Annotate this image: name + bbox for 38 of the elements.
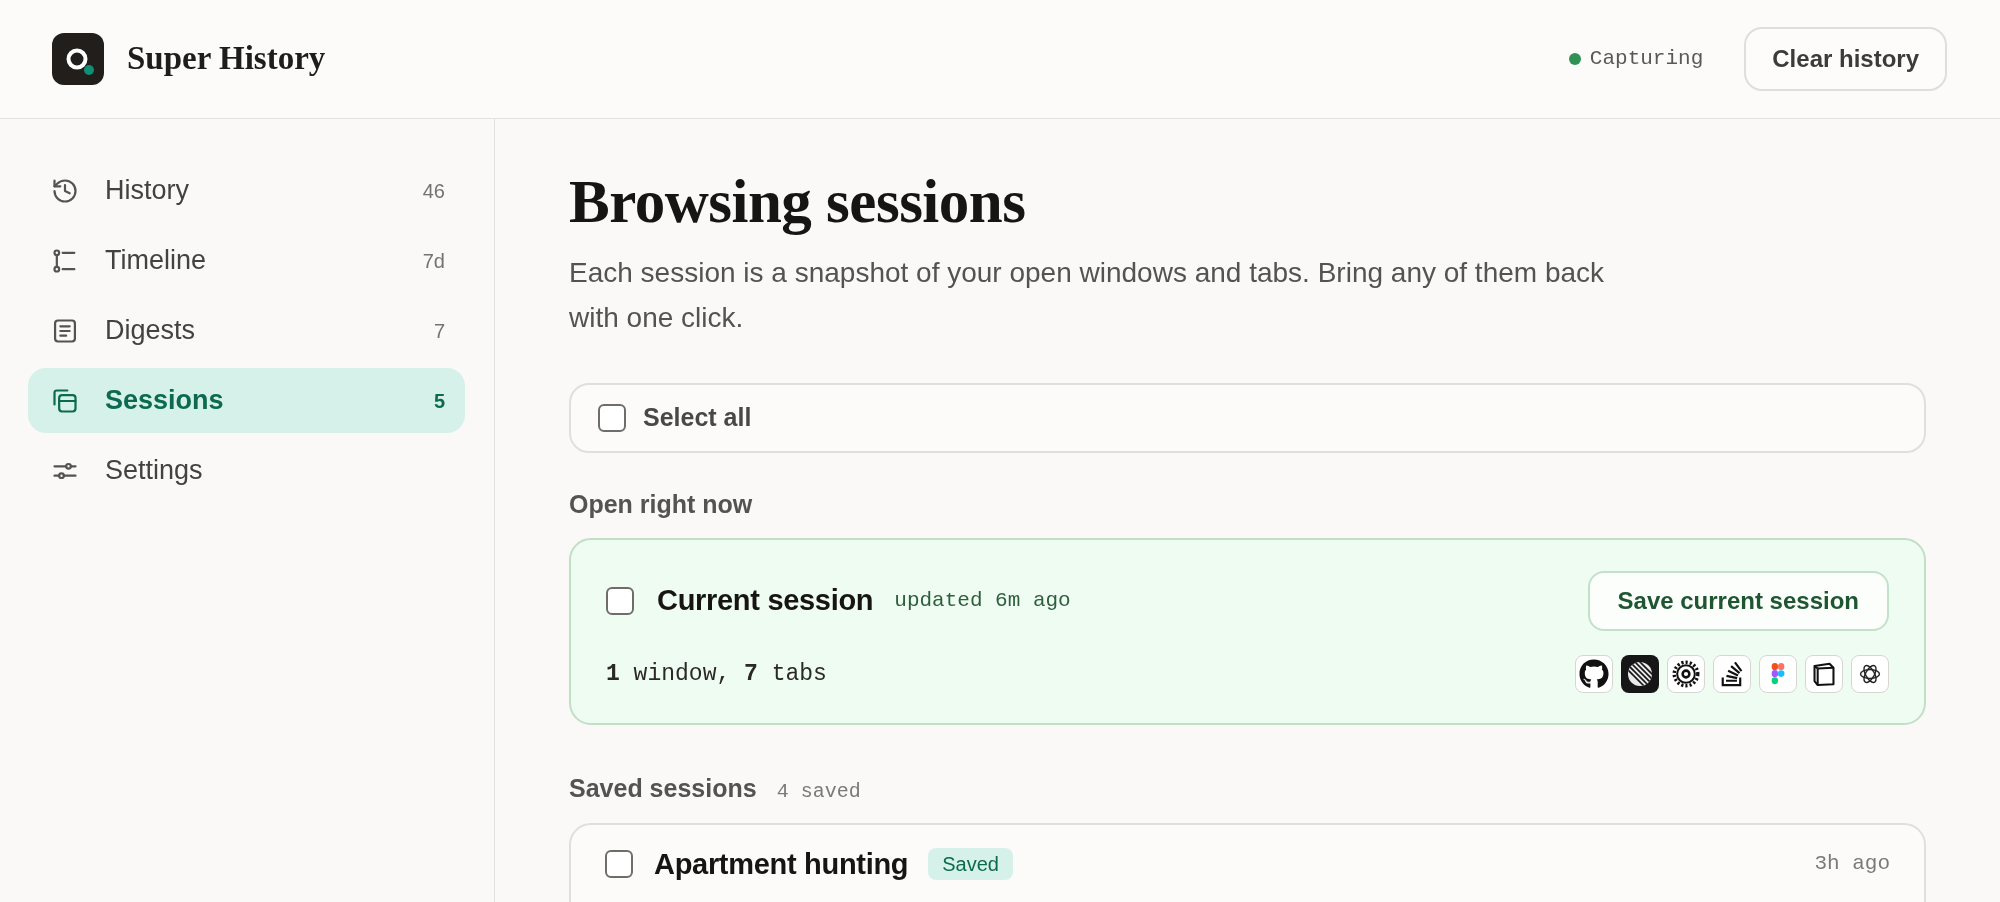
sidebar-item[interactable]: Settings <box>28 438 465 503</box>
status-label: Capturing <box>1589 46 1704 73</box>
item-count: 46 <box>422 178 445 204</box>
logo-icon <box>52 33 104 85</box>
saved-count: 4 saved <box>776 779 861 805</box>
stack-icon <box>1713 655 1751 693</box>
document-icon <box>51 316 79 345</box>
session-title: Current session <box>657 583 874 619</box>
checkbox[interactable] <box>606 587 634 615</box>
box-icon <box>1805 655 1843 693</box>
session-summary: 1 window, 7 tabs <box>606 659 827 689</box>
clear-history-button[interactable]: Clear history <box>1744 27 1947 91</box>
item-count: 7d <box>422 248 445 274</box>
select-all-label[interactable]: Select all <box>643 399 752 437</box>
windows-icon <box>51 386 79 415</box>
page-title: Browsing sessions <box>569 169 1027 235</box>
checkbox[interactable] <box>598 404 626 432</box>
save-session-button[interactable]: Save current session <box>1587 571 1889 631</box>
sidebar-item[interactable]: Timeline 7d <box>28 228 465 293</box>
updated-time: updated 6m ago <box>894 588 1071 615</box>
gear-icon <box>1667 655 1705 693</box>
section-heading: Saved sessions <box>569 773 757 803</box>
sidebar-item[interactable]: Sessions 5 <box>28 368 465 433</box>
page-description: Each session is a snapshot of your open windows and tabs. Bring any of them back with one click. <box>569 256 1606 335</box>
sidebar-item[interactable]: History 46 <box>28 158 465 223</box>
color-shapes-icon <box>1759 655 1797 693</box>
session-title: Apartment hunting <box>654 847 909 881</box>
item-count: 5 <box>433 388 445 414</box>
cat-logo-icon <box>1575 655 1613 693</box>
sidebar-item[interactable]: Digests 7 <box>28 298 465 363</box>
history-icon <box>51 176 79 205</box>
checkbox[interactable] <box>605 850 633 878</box>
saved-badge: Saved <box>928 848 1013 880</box>
app-title: Super History <box>127 39 326 79</box>
section-heading: Open right now <box>569 489 754 519</box>
item-count: 7 <box>433 318 445 344</box>
session-time: 3h ago <box>1814 851 1890 878</box>
atom-icon <box>1851 655 1889 693</box>
